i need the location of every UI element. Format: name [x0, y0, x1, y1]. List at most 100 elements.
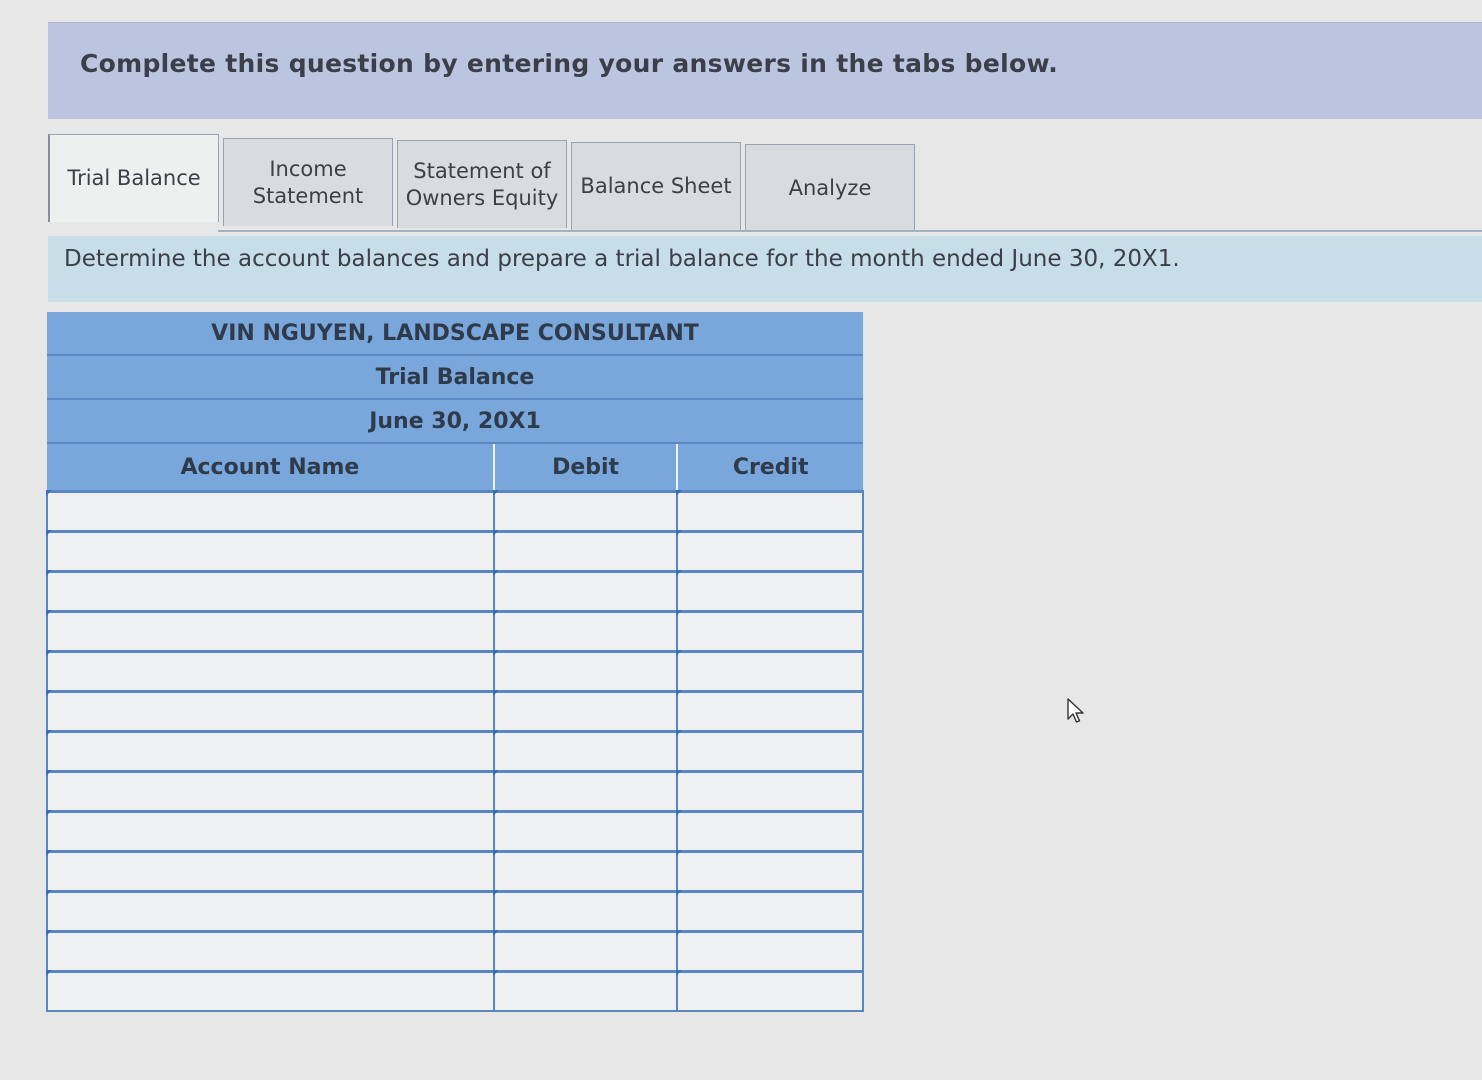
debit-input[interactable]	[494, 893, 677, 930]
dropdown-marker-icon	[492, 610, 499, 616]
credit-input[interactable]	[678, 773, 862, 810]
tab-label: Analyze	[788, 176, 872, 200]
dropdown-marker-icon	[46, 530, 52, 536]
debit-input[interactable]	[494, 493, 677, 530]
account-name-input[interactable]	[48, 813, 493, 850]
table-cell	[492, 810, 679, 853]
tab-analyze[interactable]: Analyze	[745, 144, 915, 232]
credit-input[interactable]	[678, 933, 862, 970]
credit-input[interactable]	[678, 613, 862, 650]
tab-balance-sheet[interactable]: Balance Sheet	[571, 142, 741, 230]
dropdown-marker-icon	[492, 770, 499, 776]
table-row	[46, 650, 864, 693]
account-name-input[interactable]	[48, 933, 493, 970]
debit-input[interactable]	[494, 733, 677, 770]
tab-label: Balance Sheet	[580, 174, 732, 198]
tab-income-statement[interactable]: Income Statement	[223, 138, 393, 226]
table-row	[46, 850, 864, 893]
column-header-debit: Debit	[493, 443, 679, 493]
table-cell	[46, 610, 495, 653]
credit-input[interactable]	[678, 573, 862, 610]
table-cell	[492, 490, 679, 533]
instruction-text: Determine the account balances and prepa…	[64, 246, 1180, 272]
table-cell	[676, 850, 864, 893]
account-name-input[interactable]	[48, 653, 493, 690]
dropdown-marker-icon	[46, 770, 52, 776]
table-cell	[46, 570, 495, 613]
account-name-input[interactable]	[48, 493, 493, 530]
dropdown-marker-icon	[46, 610, 52, 616]
debit-input[interactable]	[494, 693, 677, 730]
account-name-input[interactable]	[48, 773, 493, 810]
table-cell	[676, 650, 864, 693]
table-row	[46, 930, 864, 973]
credit-input[interactable]	[678, 733, 862, 770]
instructions-banner: Complete this question by entering your …	[48, 22, 1482, 119]
account-name-input[interactable]	[48, 853, 493, 890]
credit-input[interactable]	[678, 493, 862, 530]
table-cell	[492, 930, 679, 973]
debit-input[interactable]	[494, 653, 677, 690]
debit-input[interactable]	[494, 933, 677, 970]
table-cell	[676, 570, 864, 613]
table-cell	[676, 610, 864, 653]
table-cell	[676, 690, 864, 733]
dropdown-marker-icon	[676, 610, 683, 616]
dropdown-marker-icon	[46, 650, 52, 656]
debit-input[interactable]	[494, 613, 677, 650]
debit-input[interactable]	[494, 973, 677, 1010]
tab-bar: Trial Balance Income Statement Statement…	[48, 134, 919, 232]
table-row	[46, 810, 864, 853]
table-cell	[676, 730, 864, 773]
table-body	[46, 490, 864, 1012]
debit-input[interactable]	[494, 533, 677, 570]
credit-input[interactable]	[678, 653, 862, 690]
account-name-input[interactable]	[48, 613, 493, 650]
dropdown-marker-icon	[492, 730, 499, 736]
dropdown-marker-icon	[676, 570, 683, 576]
dropdown-marker-icon	[46, 810, 52, 816]
credit-input[interactable]	[678, 973, 862, 1010]
table-cell	[492, 530, 679, 573]
account-name-input[interactable]	[48, 733, 493, 770]
debit-input[interactable]	[494, 773, 677, 810]
dropdown-marker-icon	[676, 970, 683, 976]
credit-input[interactable]	[678, 813, 862, 850]
table-cell	[676, 970, 864, 1012]
credit-input[interactable]	[678, 693, 862, 730]
table-cell	[46, 770, 495, 813]
table-row	[46, 490, 864, 533]
tab-statement-of-owners-equity[interactable]: Statement of Owners Equity	[397, 140, 567, 228]
account-name-input[interactable]	[48, 533, 493, 570]
table-cell	[492, 970, 679, 1012]
tab-trial-balance[interactable]: Trial Balance	[48, 134, 219, 222]
account-name-input[interactable]	[48, 973, 493, 1010]
dropdown-marker-icon	[676, 930, 683, 936]
table-cell	[46, 970, 495, 1012]
table-row	[46, 730, 864, 773]
debit-input[interactable]	[494, 853, 677, 890]
table-cell	[46, 890, 495, 933]
dropdown-marker-icon	[676, 530, 683, 536]
account-name-input[interactable]	[48, 573, 493, 610]
dropdown-marker-icon	[492, 570, 499, 576]
credit-input[interactable]	[678, 893, 862, 930]
account-name-input[interactable]	[48, 893, 493, 930]
credit-input[interactable]	[678, 853, 862, 890]
table-cell	[676, 810, 864, 853]
instruction-bar: Determine the account balances and prepa…	[48, 236, 1482, 302]
table-cell	[46, 850, 495, 893]
dropdown-marker-icon	[492, 490, 499, 496]
table-row	[46, 610, 864, 653]
dropdown-marker-icon	[46, 890, 52, 896]
table-cell	[46, 690, 495, 733]
dropdown-marker-icon	[46, 730, 52, 736]
debit-input[interactable]	[494, 813, 677, 850]
credit-input[interactable]	[678, 533, 862, 570]
debit-input[interactable]	[494, 573, 677, 610]
account-name-input[interactable]	[48, 693, 493, 730]
dropdown-marker-icon	[46, 690, 52, 696]
tab-label: Trial Balance	[67, 166, 201, 190]
table-cell	[676, 490, 864, 533]
column-header-credit: Credit	[677, 443, 863, 493]
